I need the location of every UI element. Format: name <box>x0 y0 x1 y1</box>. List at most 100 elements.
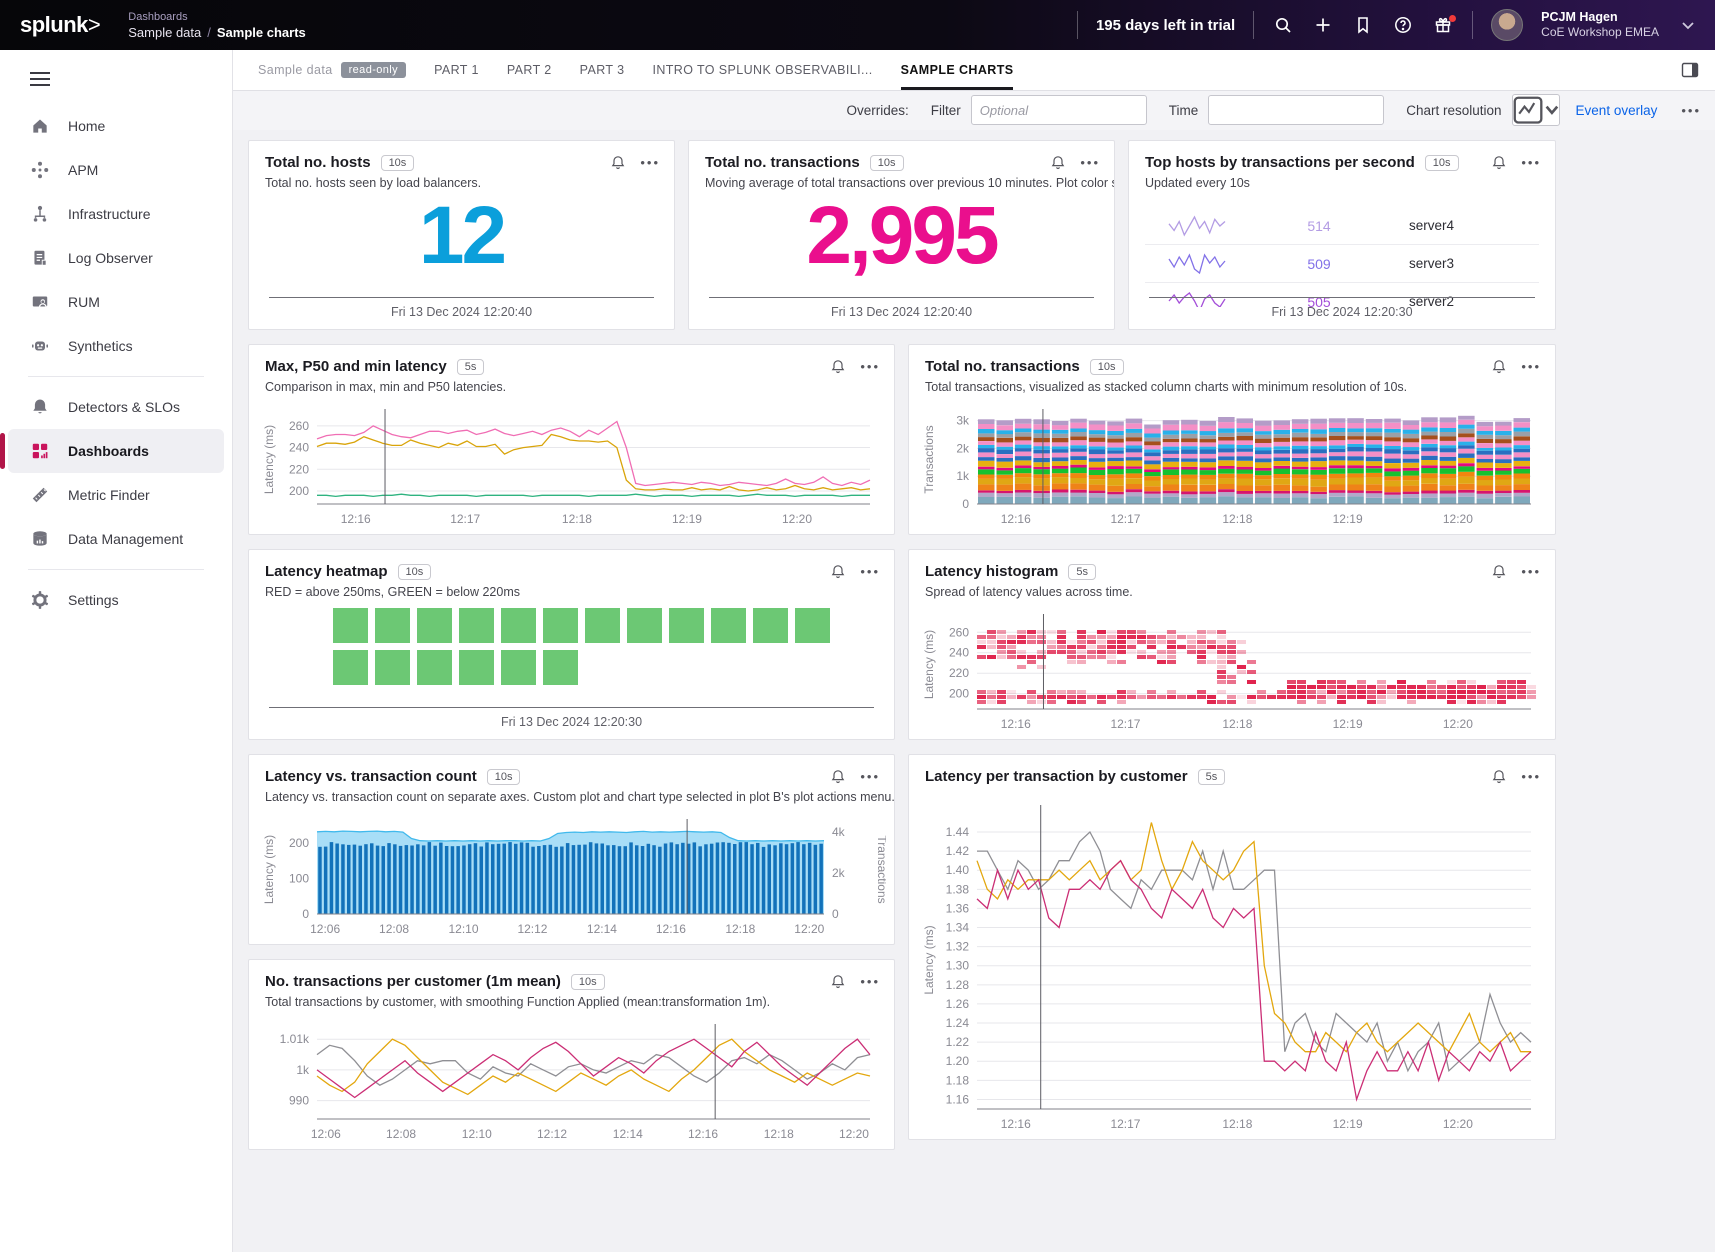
card-menu-icon[interactable]: ••• <box>1521 564 1541 579</box>
sidebar-divider <box>28 376 204 377</box>
card-subtitle: Updated every 10s <box>1129 171 1555 190</box>
latency-heatmap-grid[interactable] <box>265 608 878 697</box>
card-subtitle: RED = above 250ms, GREEN = below 220ms <box>249 580 894 599</box>
transactions-per-customer-chart[interactable]: 9901k1.01k12:0612:0812:1012:1212:1412:16… <box>257 1020 886 1145</box>
svg-text:12:16: 12:16 <box>1001 717 1031 731</box>
sidebar-item-home[interactable]: Home <box>8 104 224 148</box>
breadcrumb-separator: / <box>207 25 211 40</box>
toolbar-overflow-icon[interactable]: ••• <box>1681 103 1701 118</box>
host-row-server3[interactable]: 509 server3 <box>1145 245 1539 283</box>
user-avatar[interactable] <box>1491 9 1523 41</box>
host-value[interactable]: 509 <box>1229 256 1409 272</box>
svg-text:12:14: 12:14 <box>587 922 617 936</box>
svg-text:12:06: 12:06 <box>311 1127 341 1141</box>
sidebar-divider <box>28 569 204 570</box>
alert-bell-icon[interactable] <box>1491 155 1507 171</box>
help-icon[interactable] <box>1392 14 1414 36</box>
card-menu-icon[interactable]: ••• <box>1521 359 1541 374</box>
host-sparkline <box>1165 213 1229 239</box>
svg-text:220: 220 <box>289 462 309 476</box>
host-row-server4[interactable]: 514 server4 <box>1145 207 1539 245</box>
panel-toggle-icon[interactable] <box>1679 59 1701 81</box>
sidebar-item-infrastructure[interactable]: Infrastructure <box>8 192 224 236</box>
svg-text:240: 240 <box>949 646 969 660</box>
sidebar-item-synthetics[interactable]: Synthetics <box>8 324 224 368</box>
dashboard-grid: Total no. hosts 10s ••• Total no. hosts … <box>232 130 1715 1252</box>
resolution-badge: 10s <box>870 155 904 171</box>
chart-timestamp: Fri 13 Dec 2024 12:20:40 <box>831 305 972 319</box>
add-icon[interactable] <box>1312 14 1334 36</box>
latency-line-chart[interactable]: 20022024026012:1612:1712:1812:1912:20Lat… <box>257 405 886 530</box>
svg-text:260: 260 <box>949 625 969 639</box>
svg-text:12:17: 12:17 <box>1110 512 1140 526</box>
alert-bell-icon[interactable] <box>1050 155 1066 171</box>
sidebar-item-rum[interactable]: RUM <box>8 280 224 324</box>
latency-vs-count-chart[interactable]: 010020002k4kTransactions12:0612:0812:101… <box>257 815 886 940</box>
filter-input[interactable] <box>971 95 1147 125</box>
time-input[interactable] <box>1208 95 1384 125</box>
alert-bell-icon[interactable] <box>830 974 846 990</box>
svg-text:12:16: 12:16 <box>1001 1117 1031 1131</box>
tab-intro-to-splunk-observabili[interactable]: INTRO TO SPLUNK OBSERVABILI... <box>652 50 872 90</box>
search-icon[interactable] <box>1272 14 1294 36</box>
card-menu-icon[interactable]: ••• <box>860 564 880 579</box>
card-title: Latency vs. transaction count <box>265 768 477 785</box>
svg-text:200: 200 <box>289 484 309 498</box>
card-menu-icon[interactable]: ••• <box>1521 155 1541 170</box>
card-menu-icon[interactable]: ••• <box>640 155 660 170</box>
top-bar: splunk> Dashboards Sample data / Sample … <box>0 0 1715 50</box>
sidebar-item-data-management[interactable]: Data Management <box>8 517 224 561</box>
card-menu-icon[interactable]: ••• <box>1521 769 1541 784</box>
alert-bell-icon[interactable] <box>610 155 626 171</box>
breadcrumb-parent[interactable]: Sample data <box>128 25 201 40</box>
alert-bell-icon[interactable] <box>830 564 846 580</box>
sidebar-item-detectors-slos[interactable]: Detectors & SLOs <box>8 385 224 429</box>
host-value[interactable]: 514 <box>1229 218 1409 234</box>
card-menu-icon[interactable]: ••• <box>1080 155 1100 170</box>
user-info[interactable]: PCJM Hagen CoE Workshop EMEA <box>1541 10 1659 41</box>
svg-text:12:16: 12:16 <box>688 1127 718 1141</box>
sidebar-item-apm[interactable]: APM <box>8 148 224 192</box>
svg-text:12:18: 12:18 <box>725 922 755 936</box>
gift-icon[interactable] <box>1432 14 1454 36</box>
alert-bell-icon[interactable] <box>830 359 846 375</box>
svg-text:12:17: 12:17 <box>450 512 480 526</box>
event-overlay-link[interactable]: Event overlay <box>1576 103 1658 118</box>
alert-bell-icon[interactable] <box>1491 359 1507 375</box>
bookmark-icon[interactable] <box>1352 14 1374 36</box>
stacked-column-chart[interactable]: 01k2k3k12:1612:1712:1812:1912:20Transact… <box>917 405 1547 530</box>
tab-part-2[interactable]: PART 2 <box>507 50 552 90</box>
sidebar-item-metric-finder[interactable]: Metric Finder <box>8 473 224 517</box>
svg-text:1.32: 1.32 <box>946 940 970 954</box>
latency-per-customer-chart[interactable]: 1.161.181.201.221.241.261.281.301.321.34… <box>917 801 1547 1135</box>
svg-text:12:20: 12:20 <box>782 512 812 526</box>
alert-bell-icon[interactable] <box>830 769 846 785</box>
sidebar-item-log-observer[interactable]: Log Observer <box>8 236 224 280</box>
svg-text:4k: 4k <box>832 825 846 839</box>
chart-resolution-dropdown[interactable] <box>1512 94 1560 126</box>
tab-sample-charts[interactable]: SAMPLE CHARTS <box>901 50 1014 90</box>
tab-part-1[interactable]: PART 1 <box>434 50 479 90</box>
tab-part-3[interactable]: PART 3 <box>580 50 625 90</box>
svg-text:12:10: 12:10 <box>462 1127 492 1141</box>
card-menu-icon[interactable]: ••• <box>860 974 880 989</box>
hamburger-menu-icon[interactable] <box>30 72 50 86</box>
alert-bell-icon[interactable] <box>1491 564 1507 580</box>
card-menu-icon[interactable]: ••• <box>860 359 880 374</box>
svg-text:12:19: 12:19 <box>1333 512 1363 526</box>
host-name: server4 <box>1409 218 1539 233</box>
splunk-logo[interactable]: splunk> <box>20 12 100 38</box>
svg-text:1.28: 1.28 <box>946 978 970 992</box>
svg-text:1.40: 1.40 <box>946 863 970 877</box>
card-title: Latency heatmap <box>265 563 388 580</box>
latency-histogram-chart[interactable]: 20022024026012:1612:1712:1812:1912:20Lat… <box>917 610 1547 735</box>
card-menu-icon[interactable]: ••• <box>860 769 880 784</box>
card-latency-vs-count: Latency vs. transaction count 10s ••• La… <box>248 754 895 945</box>
breadcrumb-current: Sample charts <box>217 25 306 40</box>
sidebar-item-settings[interactable]: Settings <box>8 578 224 622</box>
tab-sample-data[interactable]: Sample data read-only <box>258 50 406 90</box>
chevron-down-icon[interactable] <box>1677 14 1699 36</box>
sidebar-item-dashboards[interactable]: Dashboards <box>8 429 224 473</box>
alert-bell-icon[interactable] <box>1491 769 1507 785</box>
topbar-divider <box>1472 11 1473 39</box>
